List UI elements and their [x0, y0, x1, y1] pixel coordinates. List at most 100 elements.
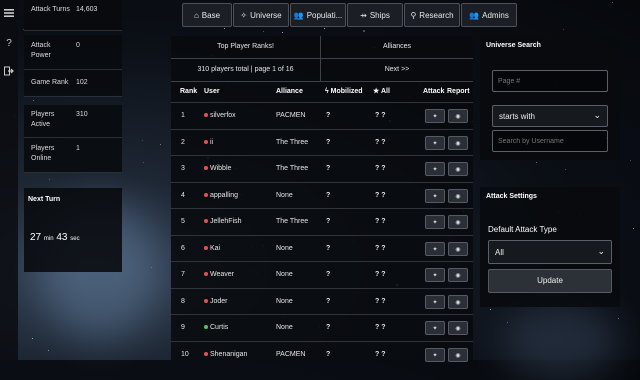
alliance-cell: None — [276, 324, 293, 331]
table-row: 2 ii The Three? ? ? ✦ ◉ — [171, 128, 473, 156]
alliance-cell: The Three — [276, 165, 309, 172]
report-button[interactable]: ◉ — [448, 188, 468, 203]
nav-base-button[interactable]: ⌂ Base — [182, 3, 232, 27]
nav-ships-button[interactable]: ⇸ Ships — [347, 3, 403, 27]
status-dot — [204, 351, 208, 356]
username-search-input[interactable] — [492, 130, 608, 152]
star — [224, 28, 225, 29]
rank-cell: 2 — [181, 138, 185, 146]
all-cell: ? ? — [375, 297, 386, 305]
status-dot — [204, 325, 208, 330]
status-dot — [204, 139, 208, 144]
attack-type-select[interactable]: All ⌄ — [488, 240, 612, 264]
stat-value: 14,603 — [76, 6, 98, 13]
status-dot — [204, 272, 208, 277]
alliance-cell: None — [276, 191, 293, 199]
col-alliance-header: Alliance — [276, 88, 303, 95]
attack-button[interactable]: ✦ — [425, 268, 445, 282]
report-button[interactable]: ◉ — [448, 294, 468, 309]
attack-button[interactable]: ✦ — [425, 347, 445, 362]
next-page-link[interactable]: Next >> — [321, 59, 473, 81]
chevron-down-icon: ⌄ — [597, 246, 605, 256]
home-icon: ⌂ — [193, 10, 199, 20]
user-cell[interactable]: ii — [204, 130, 213, 156]
tab-top-player-ranks[interactable]: Top Player Ranks! — [171, 36, 321, 58]
question-icon[interactable]: ? — [3, 38, 15, 50]
nav-admins-button[interactable]: 👥 Admins — [461, 3, 517, 27]
attack-button[interactable]: ✦ — [425, 188, 445, 203]
status-dot — [204, 166, 208, 171]
stat-label: Players Online — [31, 145, 55, 162]
attack-button[interactable]: ✦ — [425, 241, 445, 256]
stat-label: Attack Turns — [31, 6, 70, 13]
report-button[interactable]: ◉ — [448, 268, 468, 282]
col-user-header: User — [204, 88, 220, 95]
status-dot — [204, 113, 208, 118]
rank-cell: 7 — [181, 271, 185, 278]
search-mode-select[interactable]: starts with ⌄ — [492, 105, 608, 127]
nav-research-button[interactable]: ⚲ Research — [404, 3, 460, 27]
update-button[interactable]: Update — [488, 269, 612, 293]
user-cell[interactable]: Curtis — [204, 315, 228, 341]
attack-button[interactable]: ✦ — [425, 215, 445, 229]
stat-value: 102 — [76, 79, 88, 86]
menu-icon[interactable] — [3, 8, 15, 20]
all-cell: ? ? — [375, 191, 386, 199]
chevron-down-icon: ⌄ — [593, 110, 601, 120]
table-row: 10 Shenanigan PACMEN? ? ? ✦ ◉ — [171, 340, 473, 368]
page-number-input[interactable] — [492, 70, 608, 92]
tab-alliances[interactable]: Alliances — [321, 36, 473, 58]
user-cell[interactable]: Weaver — [204, 262, 234, 288]
star — [151, 267, 152, 268]
report-button[interactable]: ◉ — [448, 241, 468, 256]
user-cell[interactable]: appalling — [204, 183, 238, 209]
table-row: 5 JellehFish The Three? ? ? ✦ ◉ — [171, 208, 473, 235]
next-turn-timer: 27 min 43 sec — [30, 232, 80, 243]
report-button[interactable]: ◉ — [448, 215, 468, 229]
report-button[interactable]: ◉ — [448, 162, 468, 176]
user-cell[interactable]: silverfox — [204, 103, 236, 129]
report-button[interactable]: ◉ — [448, 347, 468, 362]
nav-label: Research — [419, 10, 454, 20]
star — [282, 32, 283, 33]
attack-button[interactable]: ✦ — [425, 135, 445, 150]
report-button[interactable]: ◉ — [448, 109, 468, 123]
stat-attack-power: Attack Power 0 — [24, 35, 122, 70]
nav-universe-button[interactable]: ✧ Universe — [233, 3, 289, 27]
report-button[interactable]: ◉ — [448, 321, 468, 335]
attack-button[interactable]: ✦ — [425, 162, 445, 176]
star — [618, 318, 619, 319]
stats-panel: Attack Turns 14,603 Attack Power 0 Game … — [24, 0, 122, 173]
ships-icon: ⇸ — [360, 10, 367, 20]
nav-population-button[interactable]: 👥 Populati... — [290, 3, 346, 27]
attack-button[interactable]: ✦ — [425, 109, 445, 123]
attack-button[interactable]: ✦ — [425, 294, 445, 309]
user-cell[interactable]: Wibble — [204, 156, 231, 182]
mobilized-cell: ? — [326, 165, 331, 172]
search-mode-value: starts with — [499, 112, 536, 121]
user-cell[interactable]: Kai — [204, 236, 220, 262]
star-icon: ★ — [373, 88, 380, 95]
logout-icon[interactable] — [3, 66, 15, 78]
all-cell: ? ? — [375, 324, 386, 331]
report-button[interactable]: ◉ — [448, 135, 468, 150]
table-row: 3 Wibble The Three? ? ? ✦ ◉ — [171, 155, 473, 182]
stat-players-online: Players Online 1 — [24, 138, 122, 173]
star — [324, 28, 325, 29]
alliance-cell: None — [276, 244, 293, 252]
rank-cell: 3 — [181, 165, 185, 172]
population-icon: 👥 — [293, 10, 304, 20]
user-cell[interactable]: Joder — [204, 289, 228, 315]
user-cell[interactable]: JellehFish — [204, 209, 242, 235]
ranks-pagination: 310 players total | page 1 of 16 Next >> — [171, 59, 473, 82]
attack-button[interactable]: ✦ — [425, 321, 445, 335]
stat-value: 310 — [76, 111, 88, 118]
alliance-cell: The Three — [276, 218, 309, 225]
all-cell: ? ? — [375, 350, 386, 358]
mobilized-cell: ? — [326, 297, 331, 305]
all-cell: ? ? — [375, 165, 386, 172]
timer-seconds: 43 — [56, 232, 68, 243]
user-cell[interactable]: Shenanigan — [204, 342, 247, 368]
all-cell: ? ? — [375, 244, 386, 252]
alliance-cell: None — [276, 271, 293, 278]
